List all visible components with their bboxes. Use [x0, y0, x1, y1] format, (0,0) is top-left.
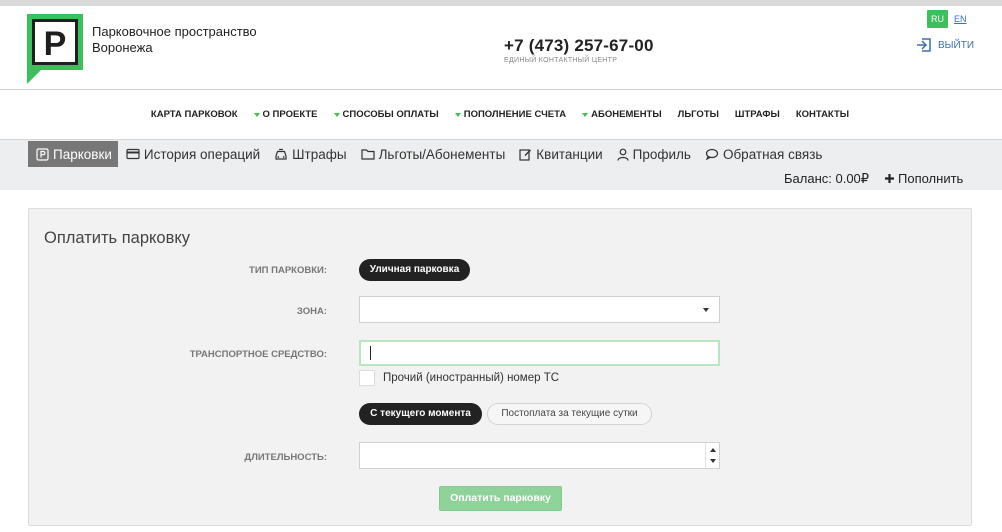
parking-icon [36, 147, 49, 161]
nav-label: АБОНЕМЕНТЫ [591, 109, 662, 120]
brand-line-2: Воронежа [92, 40, 153, 55]
tab-label: Льготы/Абонементы [378, 146, 506, 162]
contact-block: +7 (473) 257-67-00 ЕДИНЫЙ КОНТАКТНЫЙ ЦЕН… [504, 36, 654, 64]
nav-label: ПОПОЛНЕНИЕ СЧЕТА [463, 109, 567, 120]
logout-button[interactable]: ВЫЙТИ [916, 37, 974, 53]
plus-icon [885, 174, 894, 183]
dropdown-arrow-icon [333, 112, 340, 117]
car-icon [275, 148, 287, 160]
dropdown-arrow-icon [253, 112, 260, 117]
mode-postpay-button[interactable]: Постоплата за текущие сутки [487, 403, 652, 425]
logout-label: ВЫЙТИ [938, 39, 975, 51]
topup-label: Пополнить [898, 171, 964, 186]
nav-item-topup[interactable]: ПОПОЛНЕНИЕ СЧЕТА [454, 109, 567, 120]
tab-label: Штрафы [292, 146, 347, 162]
logout-icon [917, 38, 931, 52]
nav-item-map[interactable]: КАРТА ПАРКОВОК [151, 109, 238, 120]
pay-parking-button[interactable]: Оплатить парковку [439, 486, 562, 511]
nav-label: КАРТА ПАРКОВОК [150, 109, 238, 120]
dropdown-arrow-icon [454, 112, 461, 117]
dropdown-arrow-icon [582, 112, 589, 117]
balance-display: Баланс: 0.00₽ [784, 171, 870, 186]
spinner-up-icon[interactable] [710, 448, 716, 452]
tab-label: Парковки [53, 146, 112, 162]
tab-parkings[interactable]: Парковки [28, 141, 118, 167]
nav-item-fines[interactable]: ШТРАФЫ [735, 109, 780, 120]
nav-item-benefits[interactable]: ЛЬГОТЫ [678, 109, 719, 120]
zone-select[interactable] [359, 296, 720, 323]
mode-current-button[interactable]: С текущего момента [359, 403, 482, 425]
tab-history[interactable]: История операций [118, 141, 266, 167]
nav-item-contacts[interactable]: КОНТАКТЫ [796, 109, 849, 120]
tab-receipts[interactable]: Квитанции [511, 141, 608, 167]
nav-label: О ПРОЕКТЕ [262, 109, 318, 120]
tab-profile[interactable]: Профиль [609, 141, 697, 167]
credit-card-icon [126, 148, 140, 160]
brand-line-1: Парковочное пространство [92, 24, 257, 39]
language-switcher: RU EN [927, 10, 967, 28]
parking-type-street-button[interactable]: Уличная парковка [359, 259, 470, 281]
svg-text:P: P [44, 25, 67, 63]
brand-name: Парковочное пространство Воронежа [92, 24, 292, 56]
spinner-down-icon[interactable] [710, 459, 716, 463]
pay-parking-form: Оплатить парковку ТИП ПАРКОВКИ: Уличная … [28, 208, 972, 526]
nav-label: ШТРАФЫ [734, 109, 780, 120]
nav-item-about[interactable]: О ПРОЕКТЕ [253, 109, 318, 120]
folder-icon [360, 149, 375, 160]
tab-label: История операций [143, 146, 261, 162]
lang-ru-button[interactable]: RU [927, 10, 948, 28]
tab-benefits-subscriptions[interactable]: Льготы/Абонементы [353, 141, 512, 167]
nav-item-subscriptions[interactable]: АБОНЕМЕНТЫ [582, 109, 662, 120]
chevron-down-icon [703, 308, 709, 312]
duration-label: ДЛИТЕЛЬНОСТЬ: [244, 452, 327, 463]
account-navigation: Парковки История операций Штрафы Льготы/… [0, 140, 1002, 190]
logo-icon: P [27, 14, 83, 84]
phone-number[interactable]: +7 (473) 257-67-00 [504, 36, 654, 56]
tab-label: Профиль [632, 146, 691, 162]
nav-item-payment-methods[interactable]: СПОСОБЫ ОПЛАТЫ [333, 109, 439, 120]
edit-icon [519, 148, 532, 161]
tab-label: Квитанции [536, 146, 603, 162]
foreign-plate-checkbox[interactable] [359, 370, 375, 386]
tab-fines[interactable]: Штрафы [266, 141, 352, 167]
zone-label: ЗОНА: [296, 306, 327, 317]
vehicle-input[interactable] [359, 340, 720, 366]
nav-label: ЛЬГОТЫ [677, 109, 719, 120]
user-icon [617, 148, 629, 161]
phone-caption: ЕДИНЫЙ КОНТАКТНЫЙ ЦЕНТР [504, 57, 618, 64]
nav-label: КОНТАКТЫ [795, 109, 850, 120]
duration-spinner[interactable] [705, 443, 719, 468]
topup-button[interactable]: Пополнить [884, 171, 963, 186]
lang-en-link[interactable]: EN [954, 14, 967, 24]
tab-label: Обратная связь [722, 146, 823, 162]
main-navigation: КАРТА ПАРКОВОК О ПРОЕКТЕ СПОСОБЫ ОПЛАТЫ … [0, 90, 1002, 140]
nav-label: СПОСОБЫ ОПЛАТЫ [342, 109, 439, 120]
site-header: P Парковочное пространство Воронежа +7 (… [0, 0, 1002, 90]
vehicle-label: ТРАНСПОРТНОЕ СРЕДСТВО: [189, 349, 327, 360]
chat-icon [705, 148, 719, 160]
text-cursor [370, 346, 371, 360]
tab-feedback[interactable]: Обратная связь [697, 141, 828, 167]
logo[interactable]: P [27, 14, 83, 86]
form-title: Оплатить парковку [44, 229, 191, 247]
duration-input[interactable] [359, 442, 720, 469]
foreign-plate-label[interactable]: Прочий (иностранный) номер ТС [383, 372, 559, 384]
parking-type-label: ТИП ПАРКОВКИ: [249, 265, 327, 276]
